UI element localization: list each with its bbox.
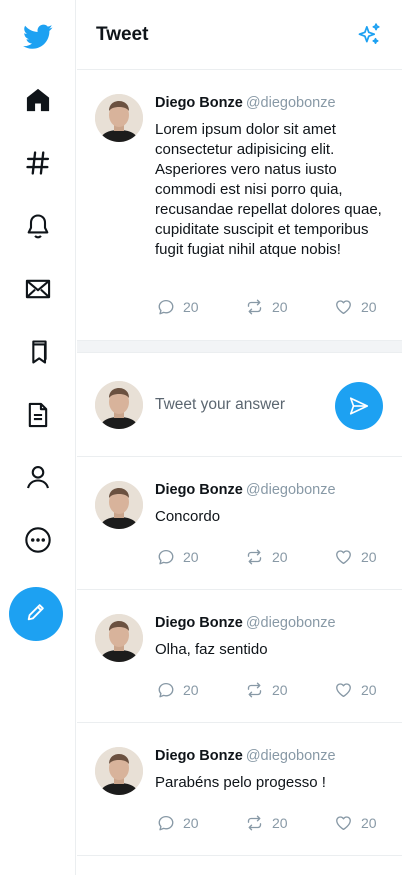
- comment-icon: [158, 549, 174, 565]
- tweet-text: Concordo: [155, 508, 221, 525]
- retweet-count: 20: [272, 299, 288, 315]
- compose-tweet-button[interactable]: [9, 587, 63, 641]
- send-icon: [349, 397, 369, 415]
- twitter-logo-icon[interactable]: [18, 17, 58, 57]
- heart-icon: [336, 816, 351, 831]
- retweet-icon: [247, 299, 262, 315]
- hashtag-icon[interactable]: [18, 143, 58, 183]
- mail-icon[interactable]: [18, 269, 58, 309]
- retweet-count: 20: [272, 549, 288, 565]
- retweet-button[interactable]: 20: [245, 813, 288, 833]
- list-icon[interactable]: [18, 395, 58, 435]
- tweet-actions: 20 20 20: [157, 547, 381, 567]
- heart-icon: [336, 300, 351, 315]
- tweet-author: Diego Bonze @diegobonze: [155, 748, 336, 764]
- page-header: Tweet: [77, 0, 402, 70]
- send-reply-button[interactable]: [335, 382, 383, 430]
- reply-button[interactable]: 20: [157, 680, 199, 700]
- like-button[interactable]: 20: [334, 547, 377, 567]
- pencil-icon: [25, 601, 47, 628]
- sidebar: [0, 0, 76, 875]
- bookmark-icon[interactable]: [18, 332, 58, 372]
- retweet-button[interactable]: 20: [245, 680, 288, 700]
- like-count: 20: [361, 815, 377, 831]
- retweet-count: 20: [272, 682, 288, 698]
- reply-button[interactable]: 20: [157, 297, 199, 317]
- reply-count: 20: [183, 815, 199, 831]
- tweet-author: Diego Bonze @diegobonze: [155, 482, 336, 498]
- reply-button[interactable]: 20: [157, 813, 199, 833]
- retweet-icon: [247, 815, 262, 831]
- tweet-author: Diego Bonze @diegobonze: [155, 95, 336, 111]
- author-handle[interactable]: @diegobonze: [246, 615, 336, 631]
- reply-tweet: Diego Bonze @diegobonze Olha, faz sentido…: [77, 591, 402, 723]
- tweet-author: Diego Bonze @diegobonze: [155, 615, 336, 631]
- tweet-actions: 20 20 20: [157, 680, 381, 700]
- retweet-icon: [247, 682, 262, 698]
- reply-count: 20: [183, 299, 199, 315]
- comment-icon: [158, 299, 174, 315]
- reply-count: 20: [183, 549, 199, 565]
- author-handle[interactable]: @diegobonze: [246, 748, 336, 764]
- reply-input[interactable]: [155, 394, 325, 416]
- avatar[interactable]: [95, 481, 143, 529]
- like-count: 20: [361, 299, 377, 315]
- comment-icon: [158, 815, 174, 831]
- sparkle-icon[interactable]: [356, 22, 382, 48]
- section-divider: [77, 341, 402, 353]
- heart-icon: [336, 683, 351, 698]
- retweet-button[interactable]: 20: [245, 297, 288, 317]
- author-name[interactable]: Diego Bonze: [155, 482, 243, 498]
- author-name[interactable]: Diego Bonze: [155, 615, 243, 631]
- heart-icon: [336, 550, 351, 565]
- tweet-actions: 20 20 20: [157, 813, 381, 833]
- avatar[interactable]: [95, 381, 143, 429]
- retweet-button[interactable]: 20: [245, 547, 288, 567]
- main-column: Tweet Diego Bonze @diegobonze Lorem ipsum…: [77, 0, 402, 875]
- home-icon[interactable]: [18, 80, 58, 120]
- retweet-count: 20: [272, 815, 288, 831]
- reply-tweet: Diego Bonze @diegobonze Concordo 20 20 20: [77, 458, 402, 590]
- author-name[interactable]: Diego Bonze: [155, 95, 243, 111]
- reply-count: 20: [183, 682, 199, 698]
- retweet-icon: [247, 549, 262, 565]
- more-icon[interactable]: [18, 520, 58, 560]
- tweet-text: Parabéns pelo progesso !: [155, 774, 326, 791]
- like-button[interactable]: 20: [334, 297, 377, 317]
- reply-composer: [77, 354, 402, 457]
- tweet-text: Lorem ipsum dolor sit amet consectetur a…: [155, 121, 382, 258]
- bell-icon[interactable]: [18, 206, 58, 246]
- avatar[interactable]: [95, 747, 143, 795]
- reply-tweet: Diego Bonze @diegobonze Parabéns pelo pro…: [77, 724, 402, 856]
- comment-icon: [158, 682, 174, 698]
- like-count: 20: [361, 549, 377, 565]
- reply-button[interactable]: 20: [157, 547, 199, 567]
- author-handle[interactable]: @diegobonze: [246, 482, 336, 498]
- profile-icon[interactable]: [18, 457, 58, 497]
- page-title: Tweet: [96, 24, 149, 45]
- like-button[interactable]: 20: [334, 813, 377, 833]
- author-handle[interactable]: @diegobonze: [246, 95, 336, 111]
- main-tweet: Diego Bonze @diegobonze Lorem ipsum dolor…: [77, 71, 402, 341]
- tweet-text: Olha, faz sentido: [155, 641, 268, 658]
- author-name[interactable]: Diego Bonze: [155, 748, 243, 764]
- avatar[interactable]: [95, 614, 143, 662]
- tweet-actions: 20 20 20: [157, 297, 381, 317]
- like-button[interactable]: 20: [334, 680, 377, 700]
- like-count: 20: [361, 682, 377, 698]
- avatar[interactable]: [95, 94, 143, 142]
